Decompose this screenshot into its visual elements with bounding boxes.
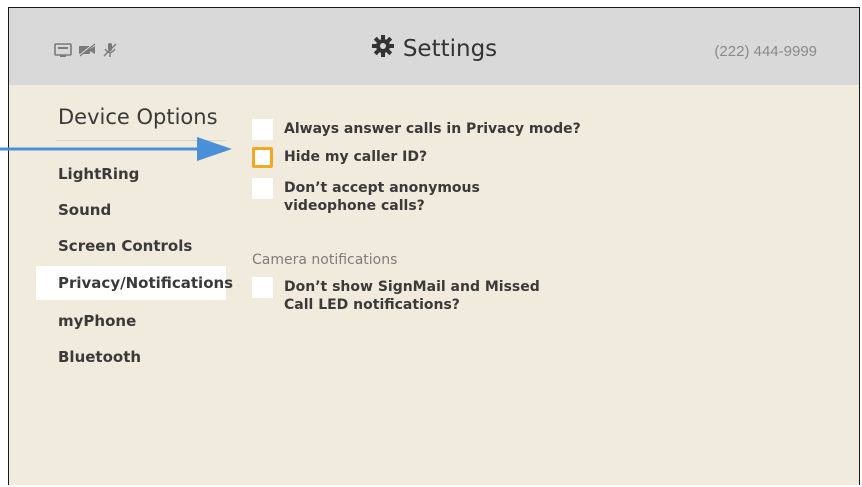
phone-number: (222) 444-9999	[714, 43, 817, 60]
hide-caller-id-checkbox[interactable]	[252, 147, 273, 168]
sidebar-heading: Device Options	[58, 105, 218, 129]
option-led-notifications: Don’t show SignMail and Missed Call LED …	[252, 277, 540, 314]
tv-screen: Settings (222) 444-9999 Device Options L…	[8, 7, 860, 485]
always-answer-privacy-checkbox[interactable]	[252, 119, 273, 140]
sidebar-item-myphone[interactable]: myPhone	[36, 304, 226, 338]
option-label: Don’t accept anonymous videophone calls?	[284, 180, 480, 214]
top-bar: Settings (222) 444-9999	[9, 8, 859, 85]
option-hide-caller-id: Hide my caller ID?	[252, 147, 427, 168]
option-always-answer-privacy: Always answer calls in Privacy mode?	[252, 119, 581, 140]
page-title: Settings	[402, 35, 498, 62]
sidebar-item-privacy-notifications[interactable]: Privacy/Notifications	[36, 266, 233, 300]
anonymous-calls-checkbox[interactable]	[252, 178, 273, 199]
option-label: Don’t show SignMail and Missed Call LED …	[284, 279, 540, 313]
gear-icon	[371, 34, 395, 63]
option-label: Always answer calls in Privacy mode?	[284, 121, 581, 137]
camera-notifications-label: Camera notifications	[252, 252, 398, 268]
led-notifications-checkbox[interactable]	[252, 277, 273, 298]
sidebar-item-bluetooth[interactable]: Bluetooth	[36, 340, 226, 374]
sidebar-item-sound[interactable]: Sound	[36, 193, 226, 227]
option-anonymous-calls: Don’t accept anonymous videophone calls?	[252, 178, 480, 215]
option-label: Hide my caller ID?	[284, 149, 428, 165]
annotation-arrow	[0, 129, 240, 180]
sidebar-item-screen-controls[interactable]: Screen Controls	[36, 229, 226, 263]
